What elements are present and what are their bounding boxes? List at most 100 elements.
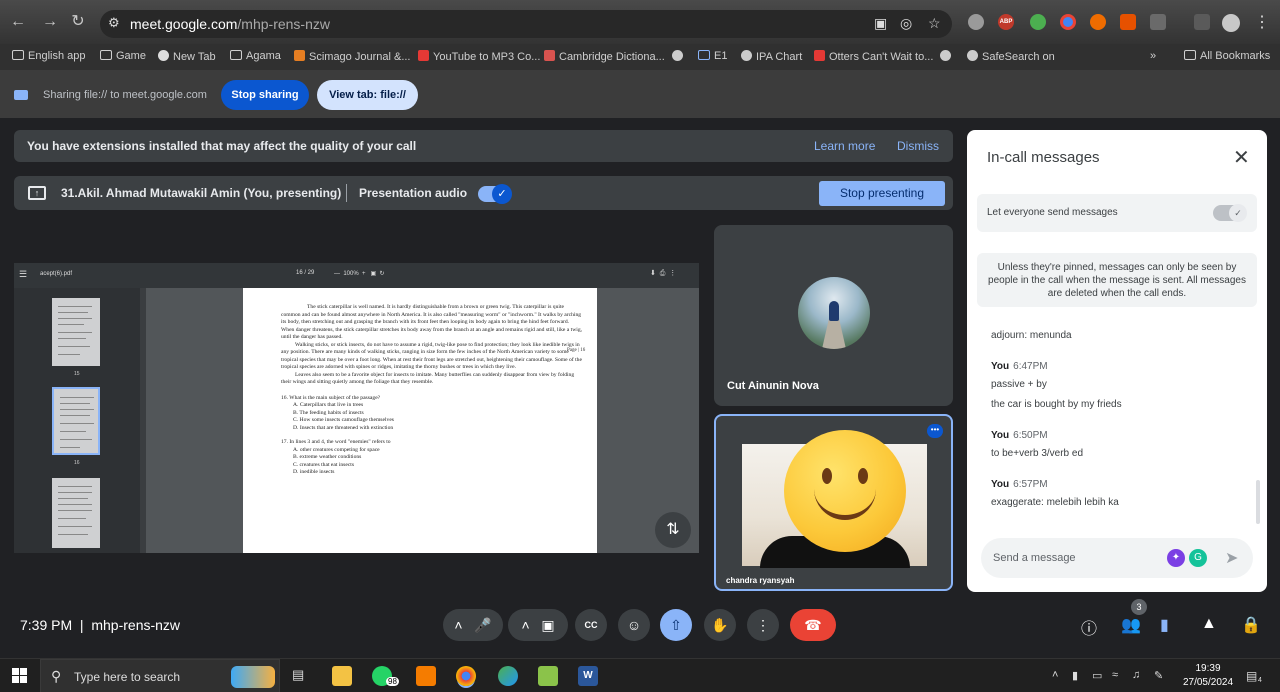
thumbnail-scrollbar[interactable] [140, 288, 146, 553]
notification-icon[interactable]: ▤ [1246, 669, 1257, 683]
participant-tile[interactable]: Cut Ainunin Nova [714, 225, 953, 406]
forward-icon[interactable]: → [40, 12, 60, 32]
taskbar-search[interactable]: ⚲ Type here to search [40, 659, 280, 692]
camera-icon[interactable]: ▣ [874, 15, 887, 32]
windows-start-icon[interactable] [12, 668, 28, 684]
presentation-view: ☰ acept(6).pdf 16 / 29 — 100% + ▣ ↻ ⬇ ⎙ … [14, 263, 699, 553]
all-bookmarks[interactable]: All Bookmarks [1184, 50, 1270, 62]
chevron-up-icon[interactable]: ˄ [1052, 669, 1058, 681]
page-indicator[interactable]: 16 / 29 [296, 270, 314, 276]
zoom-level[interactable]: — 100% + ▣ ↻ [334, 270, 385, 277]
system-clock[interactable]: 19:39 27/05/2024 [1178, 662, 1238, 690]
site-info-icon[interactable]: ⚙ [108, 15, 120, 31]
page-thumbnail-selected[interactable] [52, 387, 100, 455]
chat-icon[interactable]: ▮ [1160, 615, 1169, 635]
dismiss-button[interactable]: Dismiss [897, 139, 939, 153]
extension-icon[interactable] [1060, 14, 1076, 30]
emoji-reactions-button[interactable]: ☺ [618, 609, 650, 641]
reading-list-icon[interactable] [1194, 14, 1210, 30]
send-icon[interactable]: ➤ [1225, 548, 1238, 568]
chevron-up-icon[interactable]: ˄ [521, 617, 529, 633]
let-everyone-send-toggle[interactable]: ✓ [1213, 204, 1247, 222]
word-icon[interactable]: W [578, 666, 598, 686]
menu-icon[interactable]: ☰ [19, 269, 27, 280]
more-options-icon[interactable]: ••• [927, 424, 943, 438]
chat-scrollbar[interactable] [1256, 480, 1260, 524]
stop-presenting-button[interactable]: Stop presenting [819, 181, 945, 206]
tab-sharing-bar: Sharing file:// to meet.google.com Stop … [0, 72, 1280, 118]
image-editor-icon[interactable] [538, 666, 558, 686]
bookmark-item[interactable]: Cambridge Dictiona... [544, 50, 665, 63]
usb-icon[interactable]: ▮ [1072, 669, 1078, 682]
address-bar[interactable]: ⚙ meet.google.com/mhp-rens-nzw ▣ ◎ ☆ [100, 10, 952, 38]
setting-label: Let everyone send messages [987, 207, 1118, 218]
bookmark-item[interactable]: IPA Chart [741, 50, 802, 63]
participant-tile-self[interactable]: ••• chandra ryansyah [714, 414, 953, 591]
more-options-button[interactable]: ⋮ [747, 609, 779, 641]
bookmarks-overflow-icon[interactable]: » [1150, 50, 1156, 62]
app-icon[interactable] [416, 666, 436, 686]
stop-sharing-button[interactable]: Stop sharing [221, 80, 309, 110]
extension-icon[interactable] [1090, 14, 1106, 30]
bookmark-item[interactable]: Otters Can't Wait to... [814, 50, 933, 63]
passage-paragraph: The stick caterpillar is well named. It … [281, 304, 583, 340]
present-now-button[interactable]: ⇧ [660, 609, 692, 641]
raise-hand-button[interactable]: ✋ [704, 609, 736, 641]
people-icon[interactable]: 👥 [1121, 615, 1141, 635]
volume-icon[interactable]: ♫ [1132, 669, 1140, 681]
sparkle-icon[interactable]: ✦ [1167, 549, 1185, 567]
chevron-up-icon[interactable]: ˄ [454, 617, 462, 633]
wifi-icon[interactable]: ≈ [1112, 669, 1118, 681]
profile-avatar[interactable] [1222, 14, 1240, 32]
back-icon[interactable]: ← [8, 12, 28, 32]
host-controls-icon[interactable]: 🔒 [1241, 615, 1261, 635]
bookmark-item[interactable]: YouTube to MP3 Co... [418, 50, 540, 63]
chrome-icon[interactable] [456, 666, 476, 686]
bookmarks-bar: English app Game New Tab Agama Scimago J… [0, 44, 1280, 70]
panel-title: In-call messages [987, 149, 1100, 166]
extension-icon[interactable] [1120, 14, 1136, 30]
page-thumbnail[interactable] [52, 478, 100, 548]
meeting-details-icon[interactable]: ⓘ [1081, 615, 1097, 639]
grammarly-icon[interactable]: G [1189, 549, 1207, 567]
browser-app-icon[interactable] [498, 666, 518, 686]
bookmark-folder[interactable]: Game [100, 50, 146, 62]
bookmark-folder[interactable]: Agama [230, 50, 281, 62]
bookmark-item[interactable]: New Tab [158, 50, 216, 63]
star-icon[interactable]: ☆ [928, 15, 941, 32]
reload-icon[interactable]: ↻ [68, 12, 88, 32]
eye-off-icon[interactable]: ◎ [900, 15, 912, 32]
battery-icon[interactable]: ▭ [1092, 669, 1102, 682]
folder-icon [12, 50, 24, 60]
activities-icon[interactable]: ▲ [1201, 615, 1217, 633]
microphone-button[interactable]: ˄ 🎤 [443, 609, 503, 641]
url-text: meet.google.com/mhp-rens-nzw [130, 16, 330, 32]
close-icon[interactable]: ✕ [1233, 145, 1250, 170]
captions-button[interactable]: CC [575, 609, 607, 641]
message-header: You 6:47PM [991, 361, 1048, 372]
presentation-audio-toggle[interactable]: ✓ [478, 184, 512, 204]
learn-more-link[interactable]: Learn more [814, 139, 875, 153]
file-explorer-icon[interactable] [332, 666, 352, 686]
swap-layout-icon[interactable]: ⇅ [655, 512, 691, 548]
camera-button[interactable]: ˄ ▣ [508, 609, 568, 641]
more-vert-icon[interactable]: ⋮ [1254, 12, 1270, 32]
bookmark-item[interactable]: Scimago Journal &... [294, 50, 411, 63]
view-tab-button[interactable]: View tab: file:// [317, 80, 418, 110]
pen-icon[interactable]: ✎ [1154, 669, 1163, 682]
bookmark-item[interactable] [672, 50, 687, 63]
task-view-icon[interactable]: ▤ [292, 667, 304, 683]
page-thumbnail[interactable] [52, 298, 100, 366]
bookmark-item[interactable]: SafeSearch on [967, 50, 1055, 63]
adblock-icon[interactable]: ABP [998, 14, 1014, 30]
bookmark-folder[interactable]: English app [12, 50, 86, 62]
extension-icon[interactable] [1030, 14, 1046, 30]
extensions-puzzle-icon[interactable] [1150, 14, 1166, 30]
pdf-tools[interactable]: ⬇ ⎙ ⋮ [650, 269, 676, 278]
bookmark-item[interactable] [940, 50, 955, 63]
message-input[interactable]: Send a message ✦ G ➤ [981, 538, 1253, 578]
bookmark-item[interactable]: E1 [698, 50, 727, 62]
extension-icon[interactable] [968, 14, 984, 30]
chat-message: to be+verb 3/verb ed [991, 448, 1084, 459]
leave-call-button[interactable]: ☎ [790, 609, 836, 641]
